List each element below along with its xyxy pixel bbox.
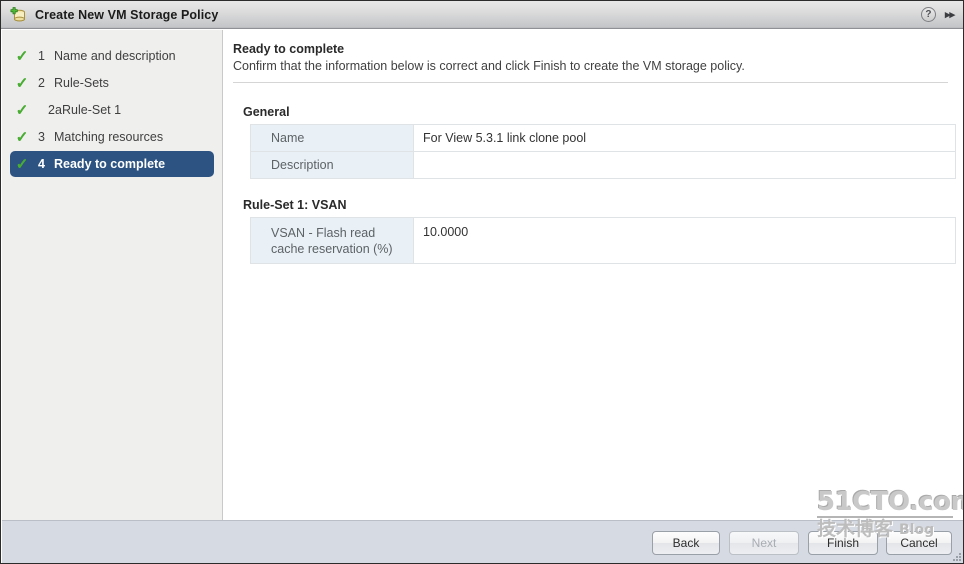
- general-section-heading: General: [243, 105, 290, 119]
- sidebar-step-1[interactable]: ✓ 1 Name and description: [10, 43, 214, 69]
- table-row: Name For View 5.3.1 link clone pool: [250, 124, 956, 152]
- general-table: Name For View 5.3.1 link clone pool Descri…: [250, 124, 956, 179]
- property-label: Description: [250, 151, 414, 179]
- sidebar-step-2a[interactable]: ✓ 2a Rule-Set 1: [10, 97, 214, 123]
- finish-button[interactable]: Finish: [808, 531, 878, 555]
- sidebar-step-4[interactable]: ✓ 4 Ready to complete: [10, 151, 214, 177]
- sidebar-step-2[interactable]: ✓ 2 Rule-Sets: [10, 70, 214, 96]
- check-icon: ✓: [15, 155, 29, 173]
- ruleset-table: VSAN - Flash read cache reservation (%) 1…: [250, 217, 956, 264]
- sidebar-step-number: 4: [38, 157, 45, 171]
- titlebar-controls: ? ▸▸: [920, 7, 963, 22]
- cancel-button[interactable]: Cancel: [886, 531, 952, 555]
- check-icon: ✓: [15, 47, 29, 65]
- table-row: Description: [250, 151, 956, 179]
- back-button[interactable]: Back: [652, 531, 720, 555]
- sidebar-step-label: Ready to complete: [54, 157, 166, 171]
- check-icon: ✓: [15, 101, 29, 119]
- sidebar-step-label: Matching resources: [54, 130, 164, 144]
- page-subtitle: Confirm that the information below is co…: [233, 59, 745, 73]
- sidebar-step-number: 1: [38, 49, 45, 63]
- property-value: [413, 151, 956, 179]
- expand-chevrons-icon[interactable]: ▸▸: [945, 8, 955, 21]
- window-title: Create New VM Storage Policy: [35, 7, 219, 22]
- sidebar-step-label: Name and description: [54, 49, 176, 63]
- sidebar-step-label: Rule-Set 1: [62, 103, 122, 117]
- property-value: 10.0000: [413, 217, 956, 264]
- sidebar-step-label: Rule-Sets: [54, 76, 109, 90]
- window-titlebar: Create New VM Storage Policy ? ▸▸: [1, 1, 963, 29]
- property-value: For View 5.3.1 link clone pool: [413, 124, 956, 152]
- sidebar-step-3[interactable]: ✓ 3 Matching resources: [10, 124, 214, 150]
- wizard-step-sidebar: ✓ 1 Name and description ✓ 2 Rule-Sets ✓ 2a Rule…: [2, 30, 223, 520]
- help-icon[interactable]: ?: [920, 7, 936, 22]
- sidebar-step-number: 3: [38, 130, 45, 144]
- storage-policy-add-icon: [9, 6, 27, 24]
- create-vm-storage-policy-wizard: Create New VM Storage Policy ? ▸▸ ✓ 1 Name…: [0, 0, 964, 564]
- sidebar-step-number: 2a: [48, 103, 62, 117]
- next-button: Next: [729, 531, 799, 555]
- property-label: Name: [250, 124, 414, 152]
- ruleset-section-heading: Rule-Set 1: VSAN: [243, 198, 347, 212]
- resize-grip[interactable]: [951, 551, 961, 561]
- table-row: VSAN - Flash read cache reservation (%) 1…: [250, 217, 956, 264]
- check-icon: ✓: [15, 128, 29, 146]
- property-label: VSAN - Flash read cache reservation (%): [250, 217, 414, 264]
- header-divider: [233, 82, 948, 83]
- page-title: Ready to complete: [233, 42, 345, 56]
- wizard-footer: Back Next Finish Cancel: [2, 520, 963, 563]
- wizard-content-pane: Ready to complete Confirm that the infor…: [224, 30, 963, 520]
- check-icon: ✓: [15, 74, 29, 92]
- sidebar-step-number: 2: [38, 76, 45, 90]
